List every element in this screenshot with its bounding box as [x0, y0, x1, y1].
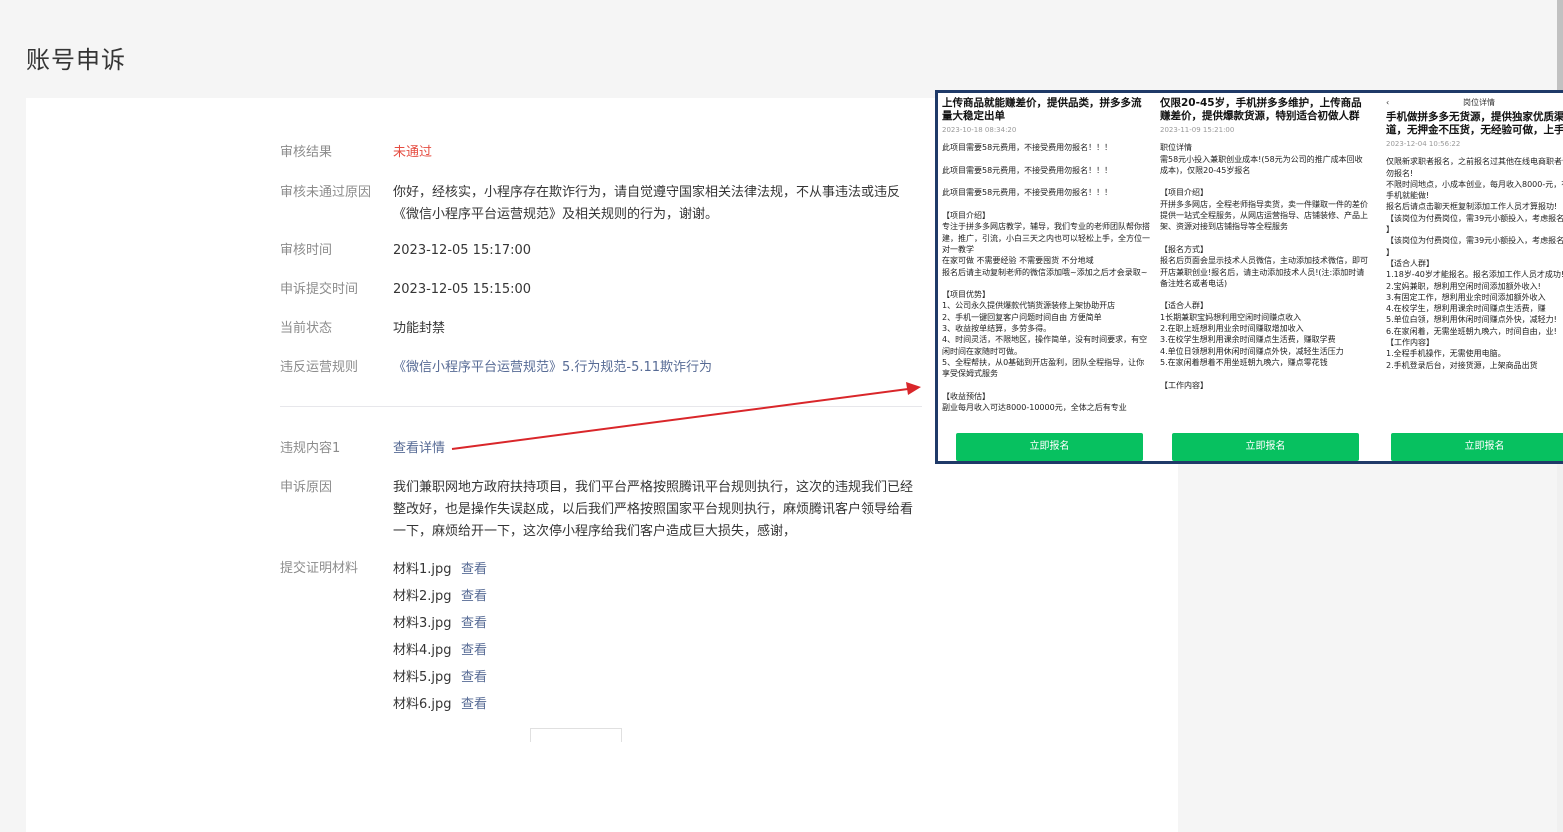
evidence-panel-1-date: 2023-10-18 08:34:20	[942, 126, 1017, 134]
material-filename: 材料3.jpg	[393, 616, 452, 631]
view-details-link[interactable]: 查看详情	[393, 438, 445, 460]
review-time-row: 审核时间 2023-12-05 15:17:00	[280, 240, 923, 262]
material-item: 材料6.jpg 查看	[393, 696, 487, 723]
evidence-panel-3-title: 手机做拼多多无货源，提供独家优质渠道，无押金不压货，无经验可做，上手	[1386, 111, 1563, 136]
evidence-panel-3: ‹ 岗位详情 ·· 手机做拼多多无货源，提供独家优质渠道，无押金不压货，无经验可…	[1382, 93, 1563, 461]
current-status-label: 当前状态	[280, 321, 333, 336]
submit-time-row: 申诉提交时间 2023-12-05 15:15:00	[280, 279, 923, 301]
material-view-link[interactable]: 查看	[461, 615, 487, 642]
appeal-reason-value: 我们兼职网地方政府扶持项目，我们平台严格按照腾讯平台规则执行，这次的违规我们已经…	[393, 480, 914, 539]
material-item: 材料3.jpg 查看	[393, 615, 487, 642]
material-filename: 材料4.jpg	[393, 643, 452, 658]
evidence-panel-2-title: 仅限20-45岁，手机拼多多维护，上传商品赚差价，提供爆款货源，特别适合初做人群	[1160, 97, 1362, 122]
page-title: 账号申诉	[26, 46, 126, 74]
material-view-link[interactable]: 查看	[461, 642, 487, 669]
material-item: 材料4.jpg 查看	[393, 642, 487, 669]
violation-content-label: 违规内容1	[280, 441, 341, 456]
violation-content-row: 违规内容1 查看详情	[280, 438, 445, 460]
review-time-label: 审核时间	[280, 243, 333, 258]
violated-rule-row: 违反运营规则 《微信小程序平台运营规范》5.行为规范-5.11欺诈行为	[280, 357, 923, 379]
material-view-link[interactable]: 查看	[461, 696, 487, 723]
evidence-panel-3-top-title: 岗位详情	[1463, 98, 1496, 107]
back-chevron-icon: ‹	[1386, 98, 1390, 107]
material-view-link[interactable]: 查看	[461, 669, 487, 696]
evidence-panel-1: 上传商品就能赚差价，提供品类，拼多多流量大稳定出单 2023-10-18 08:…	[938, 93, 1154, 461]
evidence-signup-button-3: 立即报名	[1391, 433, 1563, 461]
materials-row: 提交证明材料 材料1.jpg 查看 材料2.jpg 查看 材料3.jpg 查看 …	[280, 558, 487, 723]
evidence-signup-button-1: 立即报名	[956, 433, 1143, 461]
review-result-value: 未通过	[393, 145, 433, 160]
review-time-value: 2023-12-05 15:17:00	[393, 243, 532, 258]
violated-rule-link[interactable]: 《微信小程序平台运营规范》5.行为规范-5.11欺诈行为	[393, 357, 923, 379]
material-item: 材料1.jpg 查看	[393, 561, 487, 588]
reject-reason-value: 你好，经核实，小程序存在欺诈行为，请自觉遵守国家相关法律法规，不从事违法或违反《…	[393, 185, 901, 222]
review-result-row: 审核结果 未通过	[280, 142, 923, 164]
material-filename: 材料2.jpg	[393, 589, 452, 604]
material-filename: 材料1.jpg	[393, 562, 452, 577]
material-view-link[interactable]: 查看	[461, 588, 487, 615]
appeal-reason-label: 申诉原因	[280, 480, 333, 495]
evidence-panel-1-body: 此项目需要58元费用，不接受费用勿报名！！！ 此项目需要58元费用，不接受费用勿…	[942, 143, 1150, 413]
material-filename: 材料6.jpg	[393, 697, 452, 712]
evidence-panel-3-topbar: ‹ 岗位详情 ··	[1386, 97, 1563, 109]
submit-time-value: 2023-12-05 15:15:00	[393, 282, 532, 297]
reject-reason-label: 审核未通过原因	[280, 185, 372, 200]
material-item: 材料5.jpg 查看	[393, 669, 487, 696]
evidence-signup-button-2: 立即报名	[1172, 433, 1359, 461]
current-status-row: 当前状态 功能封禁	[280, 318, 923, 340]
materials-label: 提交证明材料	[280, 561, 359, 576]
materials-list: 材料1.jpg 查看 材料2.jpg 查看 材料3.jpg 查看 材料4.jpg…	[393, 558, 487, 723]
scrollbar-thumb[interactable]	[1557, 0, 1563, 90]
material-item: 材料2.jpg 查看	[393, 588, 487, 615]
material-view-link[interactable]: 查看	[461, 561, 487, 588]
evidence-screenshot: 上传商品就能赚差价，提供品类，拼多多流量大稳定出单 2023-10-18 08:…	[935, 90, 1563, 464]
section-divider	[280, 406, 922, 407]
evidence-panel-2: 仅限20-45岁，手机拼多多维护，上传商品赚差价，提供爆款货源，特别适合初做人群…	[1156, 93, 1374, 461]
evidence-panel-1-title: 上传商品就能赚差价，提供品类，拼多多流量大稳定出单	[942, 97, 1142, 122]
evidence-panel-3-date: 2023-12-04 10:56:22	[1386, 140, 1461, 148]
evidence-panel-2-body: 职位详情 需58元小投入兼职创业成本!(58元为公司的推广成本回收成本)，仅限2…	[1160, 143, 1368, 390]
current-status-value: 功能封禁	[393, 321, 446, 336]
violated-rule-label: 违反运营规则	[280, 360, 359, 375]
evidence-panel-2-date: 2023-11-09 15:21:00	[1160, 126, 1235, 134]
material-filename: 材料5.jpg	[393, 670, 452, 685]
submit-time-label: 申诉提交时间	[280, 282, 359, 297]
appeal-reason-row: 申诉原因 我们兼职网地方政府扶持项目，我们平台严格按照腾讯平台规则执行，这次的违…	[280, 477, 923, 543]
evidence-panel-3-body: 仅限新求职者报名，之前报名过其他在线电商职者请勿报名! 不限时间地点，小成本创业…	[1386, 157, 1563, 370]
bottom-button-stub[interactable]	[530, 728, 622, 742]
review-result-label: 审核结果	[280, 145, 333, 160]
reject-reason-row: 审核未通过原因 你好，经核实，小程序存在欺诈行为，请自觉遵守国家相关法律法规，不…	[280, 182, 923, 226]
